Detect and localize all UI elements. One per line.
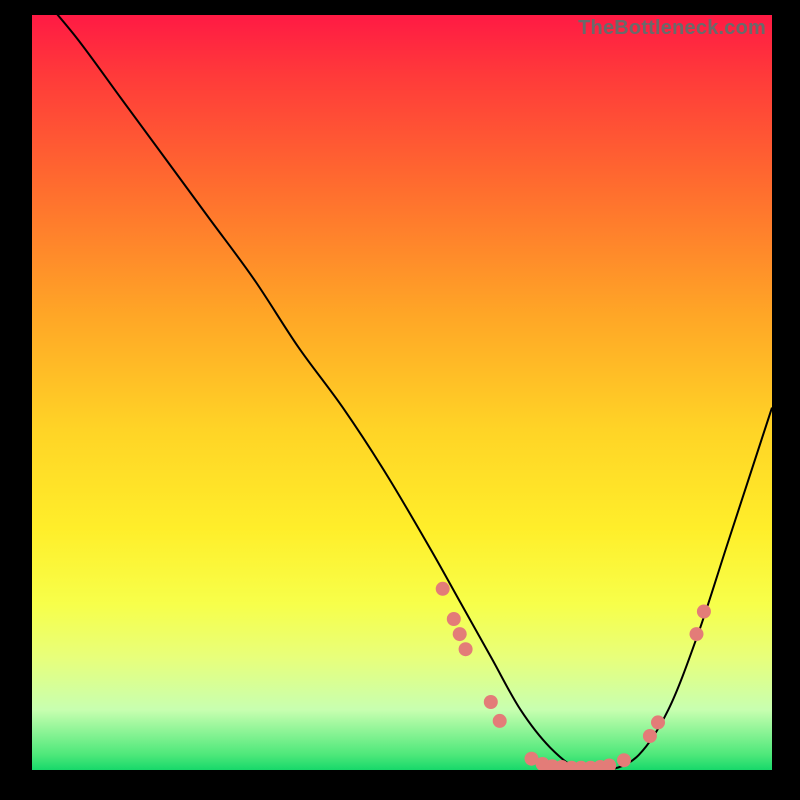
sample-dot — [459, 642, 473, 656]
sample-dot — [447, 612, 461, 626]
sample-dot — [484, 695, 498, 709]
sample-dot — [697, 605, 711, 619]
sample-dot — [651, 715, 665, 729]
sample-dot — [690, 627, 704, 641]
sample-dot — [602, 759, 616, 771]
sample-dot — [493, 714, 507, 728]
sample-dot — [436, 582, 450, 596]
bottleneck-curve-line — [32, 15, 772, 770]
sample-dot — [453, 627, 467, 641]
sample-dot — [643, 729, 657, 743]
sample-dots-group — [436, 582, 711, 770]
sample-dot — [617, 753, 631, 767]
chart-plot-area: TheBottleneck.com — [32, 15, 772, 770]
bottleneck-curve-svg — [32, 15, 772, 770]
